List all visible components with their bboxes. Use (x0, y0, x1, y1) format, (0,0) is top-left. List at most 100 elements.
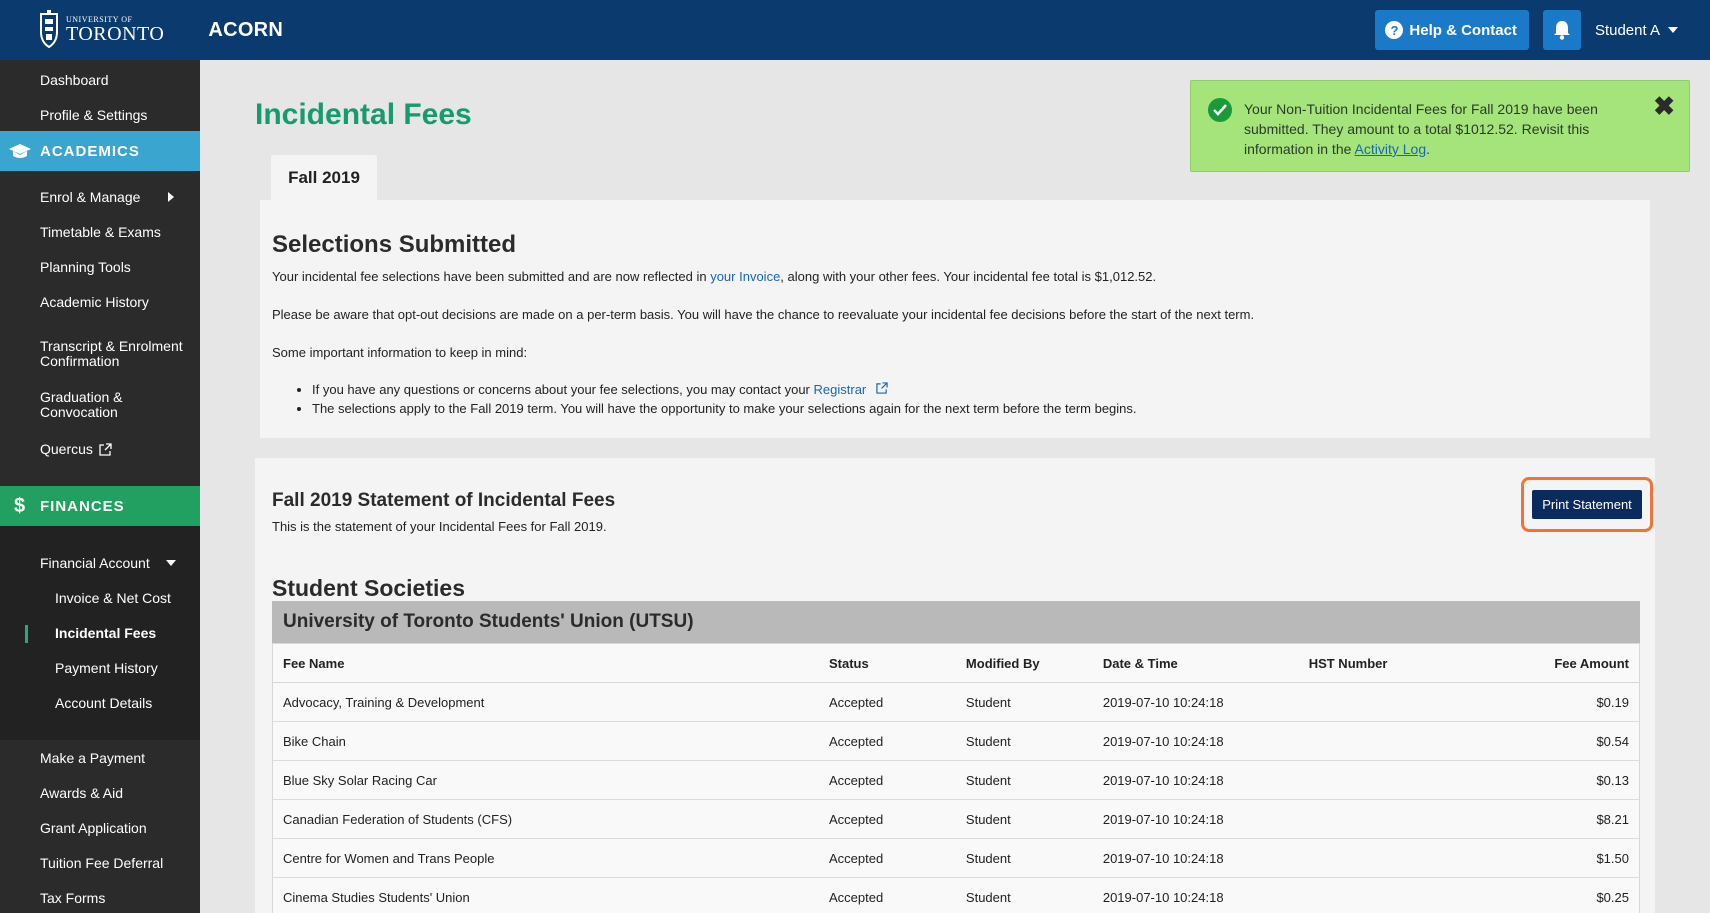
hst-number-cell (1298, 721, 1479, 761)
hst-number-cell (1298, 799, 1479, 839)
registrar-link[interactable]: Registrar (814, 382, 867, 397)
hst-number-cell (1298, 877, 1479, 913)
help-contact-button[interactable]: ? Help & Contact (1375, 10, 1529, 50)
sidebar-item-label: Graduation & Convocation (40, 389, 123, 420)
bell-icon (1553, 21, 1570, 40)
uoft-logo[interactable]: UNIVERSITY OF TORONTO (38, 10, 164, 50)
date-time-cell: 2019-07-10 10:24:18 (1092, 877, 1299, 913)
sidebar-item-invoice-net-cost[interactable]: Invoice & Net Cost (0, 587, 200, 609)
user-name: Student A (1594, 21, 1660, 39)
close-icon[interactable]: ✖ (1653, 91, 1675, 122)
app-name[interactable]: ACORN (208, 19, 283, 42)
dollar-icon: $ (13, 494, 27, 517)
fee-amount-cell: $0.19 (1478, 682, 1640, 722)
statement-subtitle: This is the statement of your Incidental… (272, 519, 607, 534)
logo-big-text: TORONTO (66, 23, 165, 45)
alert-message: Your Non-Tuition Incidental Fees for Fal… (1244, 99, 1644, 159)
date-time-cell: 2019-07-10 10:24:18 (1092, 799, 1299, 839)
fee-name-cell: Cinema Studies Students' Union (272, 877, 819, 913)
print-statement-button[interactable]: Print Statement (1532, 490, 1642, 519)
selections-submitted-title: Selections Submitted (272, 231, 517, 258)
uoft-crest-icon (38, 10, 60, 50)
table-row: Blue Sky Solar Racing Car Accepted Stude… (272, 760, 1640, 800)
hst-number-cell (1298, 682, 1479, 722)
fee-name-cell: Canadian Federation of Students (CFS) (272, 799, 819, 839)
submitted-text-before: Your incidental fee selections have been… (272, 269, 711, 284)
sidebar-item-transcript[interactable]: Transcript & Enrolment Confirmation (0, 338, 200, 370)
date-time-cell: 2019-07-10 10:24:18 (1092, 721, 1299, 761)
student-societies-title: Student Societies (272, 575, 465, 601)
sidebar-item-label: Payment History (55, 660, 158, 676)
academics-label: ACADEMICS (40, 142, 140, 160)
col-modified-by[interactable]: Modified By (955, 643, 1093, 683)
col-hst-number[interactable]: HST Number (1298, 643, 1479, 683)
sidebar-item-incidental-fees[interactable]: Incidental Fees (0, 622, 200, 644)
sidebar-item-payment-history[interactable]: Payment History (0, 657, 200, 679)
sidebar: Dashboard Profile & Settings ACADEMICS E… (0, 60, 200, 913)
sidebar-item-tuition-fee-deferral[interactable]: Tuition Fee Deferral (0, 852, 200, 874)
table-row: Cinema Studies Students' Union Accepted … (272, 877, 1640, 913)
help-contact-label: Help & Contact (1409, 21, 1517, 39)
sidebar-item-label: Tuition Fee Deferral (40, 855, 164, 871)
sidebar-section-academics[interactable]: ACADEMICS (0, 131, 200, 171)
sidebar-item-planning-tools[interactable]: Planning Tools (0, 256, 200, 278)
user-menu[interactable]: Student A (1595, 22, 1678, 39)
modified-by-cell: Student (955, 799, 1093, 839)
notifications-button[interactable] (1542, 10, 1581, 50)
fee-amount-cell: $1.50 (1478, 838, 1640, 878)
hst-number-cell (1298, 838, 1479, 878)
success-alert: Your Non-Tuition Incidental Fees for Fal… (1190, 80, 1690, 172)
sidebar-item-tax-forms[interactable]: Tax Forms (0, 887, 200, 909)
tab-fall-2019[interactable]: Fall 2019 (271, 155, 377, 200)
table-row: Centre for Women and Trans People Accept… (272, 838, 1640, 878)
sidebar-item-profile-settings[interactable]: Profile & Settings (0, 104, 200, 126)
sidebar-item-dashboard[interactable]: Dashboard (0, 69, 200, 91)
col-date-time[interactable]: Date & Time (1092, 643, 1299, 683)
your-invoice-link[interactable]: your Invoice (710, 269, 780, 284)
sidebar-item-label: Grant Application (40, 820, 147, 836)
statement-panel: Fall 2019 Statement of Incidental Fees T… (255, 458, 1655, 913)
sidebar-item-account-details[interactable]: Account Details (0, 692, 200, 714)
list-item: The selections apply to the Fall 2019 te… (312, 401, 1137, 416)
fee-name-cell: Centre for Women and Trans People (272, 838, 819, 878)
col-fee-amount[interactable]: Fee Amount (1478, 643, 1640, 683)
fee-amount-cell: $0.13 (1478, 760, 1640, 800)
hst-number-cell (1298, 760, 1479, 800)
sidebar-item-awards-aid[interactable]: Awards & Aid (0, 782, 200, 804)
important-info-list: If you have any questions or concerns ab… (312, 382, 1137, 420)
external-link-icon[interactable] (876, 382, 888, 397)
sidebar-item-grant-application[interactable]: Grant Application (0, 817, 200, 839)
col-status[interactable]: Status (819, 643, 956, 683)
sidebar-item-academic-history[interactable]: Academic History (0, 291, 200, 313)
fees-table: Fee Name Status Modified By Date & Time … (272, 643, 1640, 913)
sidebar-item-label: Invoice & Net Cost (55, 590, 171, 606)
activity-log-link[interactable]: Activity Log (1355, 141, 1427, 157)
sidebar-item-make-payment[interactable]: Make a Payment (0, 747, 200, 769)
fee-name-cell: Advocacy, Training & Development (272, 682, 819, 722)
sidebar-item-enrol-manage[interactable]: Enrol & Manage (0, 186, 200, 208)
sidebar-item-label: Academic History (40, 294, 149, 310)
fee-amount-cell: $8.21 (1478, 799, 1640, 839)
sidebar-item-label: Account Details (55, 695, 153, 711)
sidebar-section-finances[interactable]: $ FINANCES (0, 486, 200, 526)
col-fee-name[interactable]: Fee Name (272, 643, 819, 683)
sidebar-item-graduation[interactable]: Graduation & Convocation (0, 389, 200, 421)
date-time-cell: 2019-07-10 10:24:18 (1092, 760, 1299, 800)
sidebar-item-label: Planning Tools (40, 259, 131, 275)
alert-text-end: . (1426, 141, 1430, 157)
sidebar-item-label: Awards & Aid (40, 785, 124, 801)
check-circle-icon (1208, 98, 1232, 122)
top-navbar: UNIVERSITY OF TORONTO ACORN ? Help & Con… (0, 0, 1710, 60)
statement-title: Fall 2019 Statement of Incidental Fees (272, 490, 616, 511)
sidebar-item-financial-account[interactable]: Financial Account (0, 552, 200, 574)
submitted-paragraph: Your incidental fee selections have been… (272, 269, 1156, 284)
sidebar-item-label: Dashboard (40, 72, 109, 88)
modified-by-cell: Student (955, 760, 1093, 800)
fee-name-cell: Blue Sky Solar Racing Car (272, 760, 819, 800)
date-time-cell: 2019-07-10 10:24:18 (1092, 682, 1299, 722)
sidebar-item-quercus[interactable]: Quercus (0, 438, 200, 460)
graduation-cap-icon (0, 143, 40, 159)
status-cell: Accepted (819, 838, 956, 878)
sidebar-item-timetable-exams[interactable]: Timetable & Exams (0, 221, 200, 243)
page-title: Incidental Fees (255, 98, 472, 131)
